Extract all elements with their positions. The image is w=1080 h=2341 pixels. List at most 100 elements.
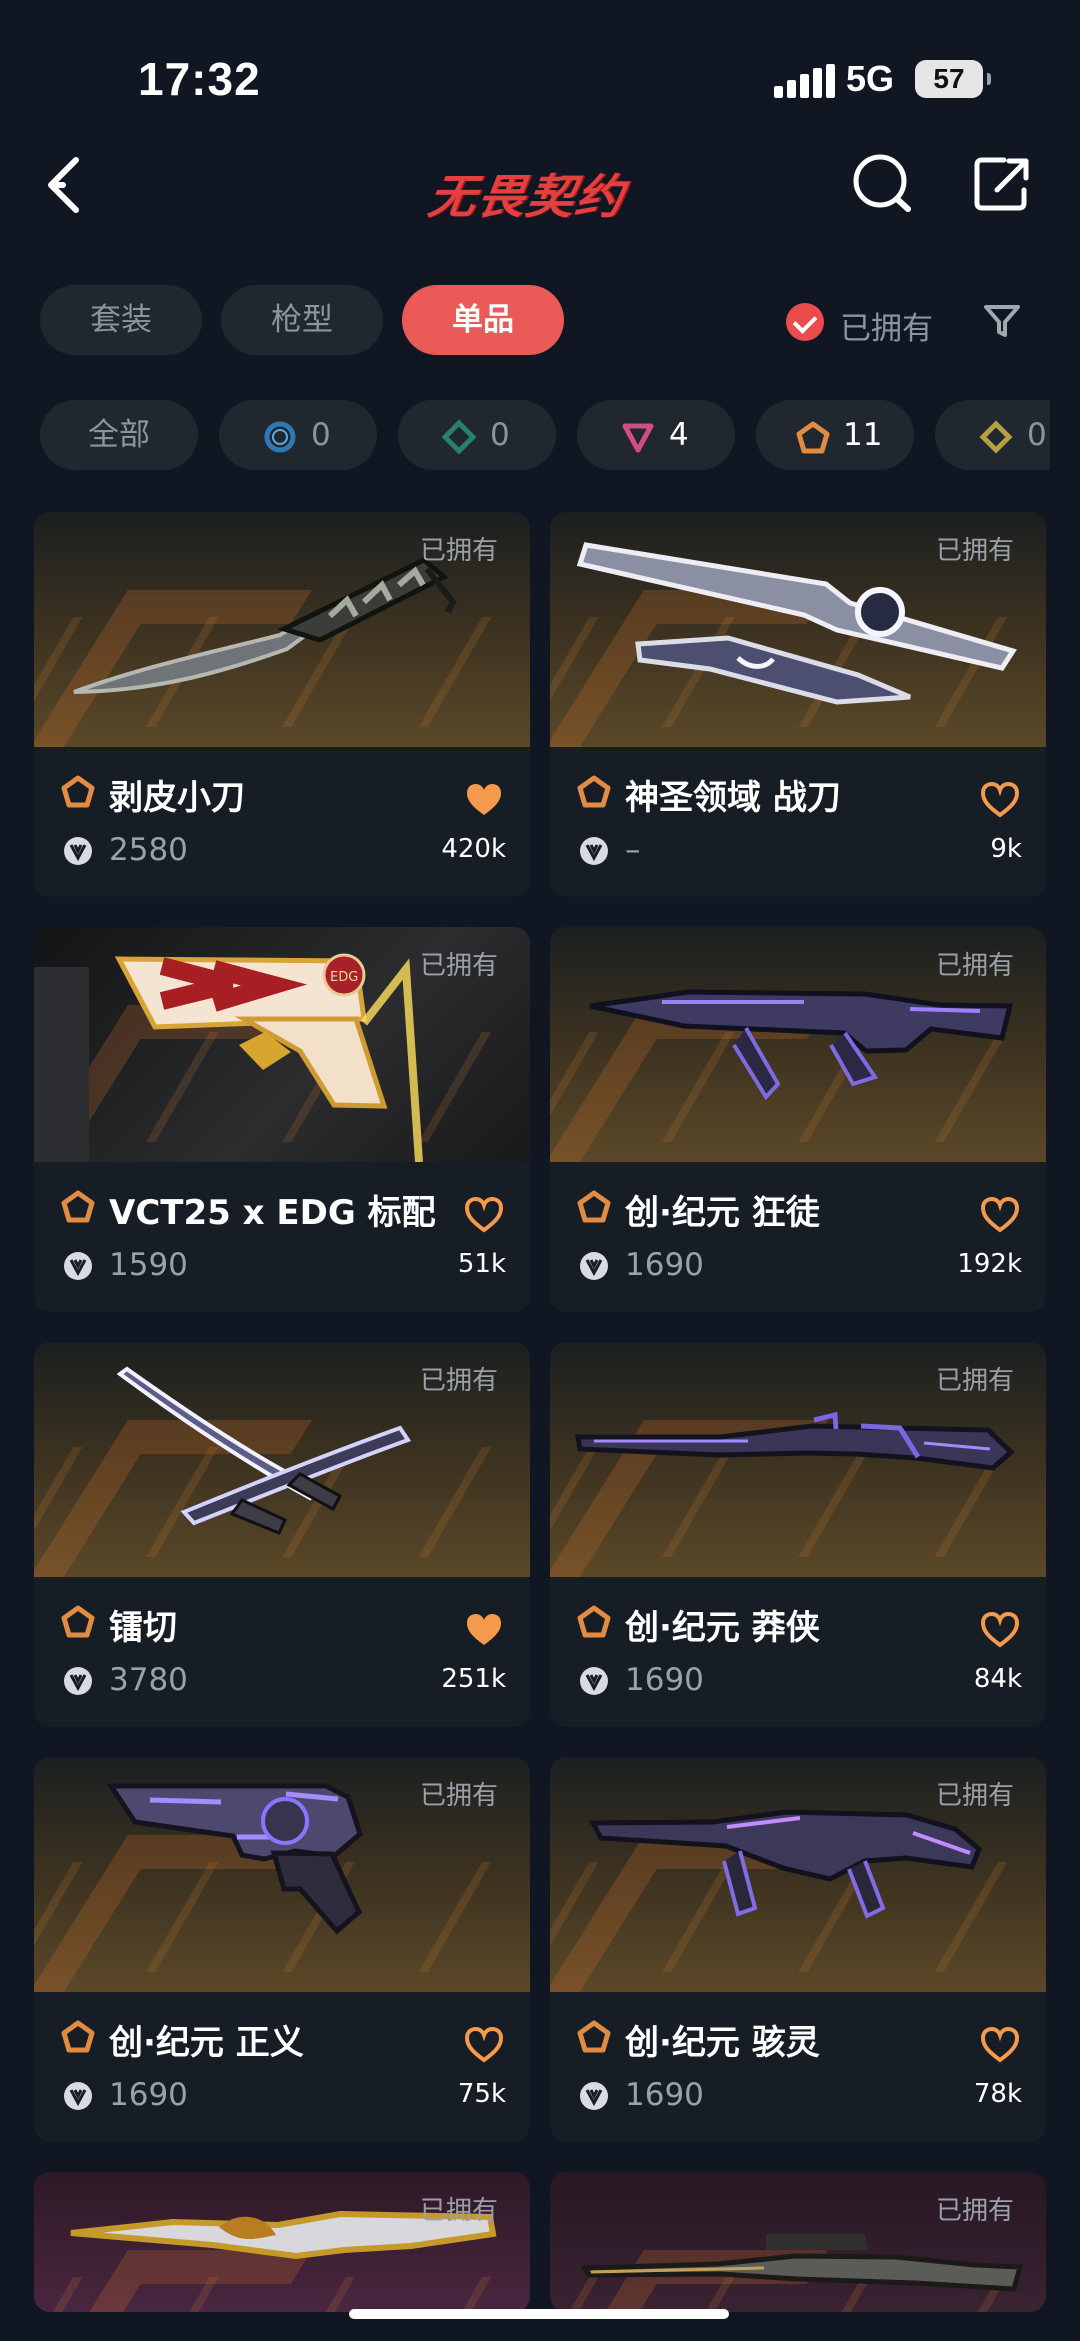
pentagon-tier-icon [577, 1605, 611, 1638]
filter-all[interactable]: 全部 [40, 400, 198, 470]
skin-price: 3780 [109, 1662, 188, 1698]
owned-badge: 已拥有 [935, 2196, 1014, 2226]
filter-gold-diamond-tier[interactable]: 0 [935, 400, 1050, 470]
owned-badge: 已拥有 [419, 536, 498, 566]
skin-card[interactable]: 已拥有 镭切 3780 251k [34, 1342, 530, 1727]
filter-circle-tier[interactable]: 0 [219, 400, 377, 470]
skin-name: 创·纪元 骇灵 [625, 2023, 820, 2063]
like-count: 9k [990, 834, 1022, 864]
svg-text:EDG: EDG [330, 970, 358, 985]
share-icon[interactable] [966, 148, 1036, 218]
skin-price: 2580 [109, 832, 188, 868]
filter-count: 4 [669, 417, 689, 453]
like-count: 51k [457, 1249, 506, 1279]
valorant-points-icon [64, 1667, 92, 1695]
owned-badge: 已拥有 [419, 1781, 498, 1811]
skin-card[interactable]: 已拥有 创·纪元 骇灵 1690 78k [550, 1757, 1046, 2142]
like-count: 420k [441, 834, 506, 864]
like-count: 251k [441, 1664, 506, 1694]
pentagon-tier-icon [61, 1605, 95, 1638]
skin-price: 1690 [625, 1662, 704, 1698]
filter-pentagon-tier[interactable]: 11 [756, 400, 914, 470]
filter-count: 0 [1027, 417, 1047, 453]
skin-price: 1690 [109, 2077, 188, 2113]
heart-icon[interactable] [464, 782, 504, 818]
valorant-points-icon [580, 2082, 608, 2110]
valorant-points-icon [580, 1667, 608, 1695]
heart-icon[interactable] [464, 1612, 504, 1648]
pentagon-tier-icon [61, 775, 95, 808]
owned-badge: 已拥有 [419, 1366, 498, 1396]
valorant-points-icon [580, 1252, 608, 1280]
owned-badge: 已拥有 [935, 1781, 1014, 1811]
filter-triangle-tier[interactable]: 4 [577, 400, 735, 470]
filter-diamond-tier[interactable]: 0 [398, 400, 556, 470]
pentagon-tier-icon [796, 421, 830, 454]
skin-name: VCT25 x EDG 标配 [109, 1193, 436, 1233]
triangle-tier-icon [622, 423, 654, 453]
skin-card[interactable]: 已拥有 创·纪元 狂徒 1690 192k [550, 927, 1046, 1312]
heart-outline-icon[interactable] [464, 1197, 504, 1233]
owned-badge: 已拥有 [935, 951, 1014, 981]
skin-card[interactable]: EDG 已拥有 VCT25 x EDG 标配 1590 51k [34, 927, 530, 1312]
skin-name: 神圣领域 战刀 [625, 778, 841, 818]
valorant-points-icon [64, 1252, 92, 1280]
skin-card[interactable]: 已拥有 创·纪元 正义 1690 75k [34, 1757, 530, 2142]
back-arrow-icon[interactable] [34, 150, 104, 220]
owned-badge: 已拥有 [935, 1366, 1014, 1396]
like-count: 75k [457, 2079, 506, 2109]
skin-price: 1590 [109, 1247, 188, 1283]
status-bar: 17:32 5G 57 [0, 0, 1080, 130]
tab-single-item[interactable]: 单品 [402, 285, 564, 355]
heart-outline-icon[interactable] [980, 1197, 1020, 1233]
diamond-tier-icon [979, 420, 1013, 454]
app-title: 无畏契约 [424, 170, 629, 225]
status-time: 17:32 [138, 53, 261, 105]
filter-count: 0 [490, 417, 510, 453]
skin-name: 创·纪元 正义 [109, 2023, 304, 2063]
owned-badge: 已拥有 [935, 536, 1014, 566]
like-count: 78k [973, 2079, 1022, 2109]
filter-count: 11 [843, 417, 883, 453]
pentagon-tier-icon [61, 2020, 95, 2053]
valorant-points-icon [64, 837, 92, 865]
weapon-skin-collection-page: 17:32 5G 57 无畏契约 套装 枪型 单品 已拥有 全部 0 0 4 1… [0, 0, 1080, 2341]
like-count: 192k [957, 1249, 1022, 1279]
network-label: 5G [846, 58, 895, 99]
pentagon-tier-icon [577, 1190, 611, 1223]
filter-icon[interactable] [981, 300, 1023, 342]
heart-outline-icon[interactable] [980, 782, 1020, 818]
owned-badge: 已拥有 [419, 2196, 498, 2226]
skin-card[interactable]: 已拥有 [34, 2172, 530, 2312]
skin-price: 1690 [625, 2077, 704, 2113]
heart-outline-icon[interactable] [980, 1612, 1020, 1648]
skin-name: 镭切 [109, 1608, 177, 1648]
skin-card[interactable]: 已拥有 创·纪元 莽侠 1690 84k [550, 1342, 1046, 1727]
skin-card[interactable]: 已拥有 剥皮小刀 2580 420k [34, 512, 530, 897]
skin-name: 剥皮小刀 [109, 778, 245, 818]
skin-card[interactable]: 已拥有 神圣领域 战刀 – 9k [550, 512, 1046, 897]
owned-badge: 已拥有 [419, 951, 498, 981]
like-count: 84k [973, 1664, 1022, 1694]
skin-name: 创·纪元 莽侠 [625, 1608, 820, 1648]
signal-icon [774, 64, 835, 98]
owned-check-icon[interactable] [786, 303, 824, 341]
heart-outline-icon[interactable] [980, 2027, 1020, 2063]
tab-set[interactable]: 套装 [40, 285, 202, 355]
rarity-filter-row: 全部 0 0 4 11 0 [40, 400, 1050, 472]
circle-tier-icon [264, 421, 296, 453]
owned-filter-label[interactable]: 已拥有 [840, 303, 933, 348]
heart-outline-icon[interactable] [464, 2027, 504, 2063]
skin-price: – [625, 832, 641, 868]
filter-count: 0 [311, 417, 331, 453]
skin-price: 1690 [625, 1247, 704, 1283]
pentagon-tier-icon [61, 1190, 95, 1223]
valorant-points-icon [580, 837, 608, 865]
search-icon[interactable] [849, 148, 919, 218]
skin-card[interactable]: 已拥有 [550, 2172, 1046, 2312]
top-app-bar: 无畏契约 [0, 140, 1080, 230]
skin-name: 创·纪元 狂徒 [625, 1193, 820, 1233]
pentagon-tier-icon [577, 775, 611, 808]
tab-gun-type[interactable]: 枪型 [221, 285, 383, 355]
battery-icon: 57 [915, 60, 991, 98]
